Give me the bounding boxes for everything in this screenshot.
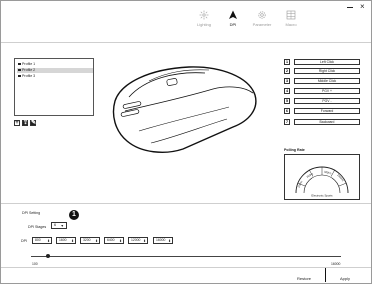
polling-rate-dial[interactable]: 125Hz 250Hz 500Hz 1000Hz Electronic Spor… [285,155,359,199]
add-profile-button[interactable]: + [14,120,20,126]
profile-item[interactable]: Profile 1 [17,62,93,67]
tab-macro-label: Macro [285,22,297,27]
button-mapping-label[interactable]: Left Click [294,59,360,65]
button-number: 1 [284,59,290,65]
button-mapping-label[interactable]: Middle Click [294,78,360,84]
profile-icon [18,74,21,77]
tab-macro[interactable]: Macro [277,10,305,27]
dpi-value-field[interactable]: 1600 ⬍ [56,237,76,244]
button-mapping-row[interactable]: 1 Left Click [284,59,360,65]
button-mapping-label[interactable]: Forward [294,108,360,114]
dpi-step-badge: 1 [69,210,79,220]
button-mapping-row[interactable]: 6 Forward [284,108,360,114]
profile-item[interactable]: Profile 3 [17,74,93,79]
polling-option[interactable]: 1000Hz [336,173,345,183]
dpi-stages-value: 6 [54,223,57,227]
dpi-slider-max: 16000 [331,262,341,266]
dpi-value-field[interactable]: 16000 ⬍ [153,237,173,244]
section-divider [1,267,371,268]
app-window: Lighting DPI Parameter Macro × Profile 1… [0,0,372,284]
button-mapping-label[interactable]: Right Click [294,68,360,74]
dpi-value-field[interactable]: 6400 ⬍ [104,237,124,244]
polling-rate-panel: 125Hz 250Hz 500Hz 1000Hz Electronic Spor… [284,154,360,200]
profile-icon [18,68,21,71]
button-mapping-row[interactable]: 7 Backward [284,119,360,125]
cursor-arrow-icon [229,10,237,19]
apply-button[interactable]: Apply [340,276,350,281]
profile-icon [18,62,21,65]
dpi-stages-select[interactable]: 6 ▼ [51,222,67,229]
profile-list: Profile 1 Profile 2 Profile 3 [14,58,94,116]
dpi-value: 800 [35,238,41,242]
dpi-slider-min: 100 [32,262,38,266]
polling-option[interactable]: 500Hz [324,170,333,176]
dpi-value-field[interactable]: 800 ⬍ [32,237,52,244]
restore-button[interactable]: Restore [297,276,311,281]
chevron-down-icon: ▼ [60,224,64,228]
close-button[interactable]: × [360,3,365,11]
tab-parameter[interactable]: Parameter [248,10,276,27]
button-mapping-row[interactable]: 3 Middle Click [284,78,360,84]
spinner-icon[interactable]: ⬍ [47,239,50,244]
button-mapping-label[interactable]: PGV - [294,98,360,104]
mouse-image [112,66,257,153]
button-mapping-label[interactable]: Backward [294,119,360,125]
button-number: 6 [284,108,290,114]
macro-grid-icon [286,10,296,20]
dpi-stages-label: DPI Stages [28,225,47,229]
export-profile-button[interactable]: ⇪ [22,120,28,126]
profile-item-selected[interactable]: Profile 2 [17,68,93,73]
tab-lighting[interactable]: Lighting [190,10,218,27]
spinner-icon[interactable]: ⬍ [143,239,146,244]
tab-lighting-label: Lighting [196,22,211,27]
profile-label: Profile 2 [22,68,36,72]
dpi-value: 1600 [59,238,67,242]
dpi-value: 16000 [156,238,166,242]
dpi-slider-handle[interactable] [46,254,50,258]
button-mapping-label[interactable]: PGV + [294,88,360,94]
button-number: 3 [284,78,290,84]
dpi-value: 6400 [107,238,115,242]
button-number: 2 [284,68,290,74]
footer-divider [325,268,326,282]
edit-profile-button[interactable]: ✎ [30,120,36,126]
tab-parameter-label: Parameter [252,22,272,27]
tab-dpi-label: DPI [229,22,237,27]
dpi-value: 3200 [83,238,91,242]
top-toolbar: Lighting DPI Parameter Macro × [1,1,371,43]
lighting-icon [199,10,209,20]
dpi-slider-track[interactable] [31,256,341,257]
dpi-value: 12000 [131,238,141,242]
button-number: 4 [284,88,290,94]
button-mapping-row[interactable]: 5 PGV - [284,98,360,104]
spinner-icon[interactable]: ⬍ [71,239,74,244]
spinner-icon[interactable]: ⬍ [95,239,98,244]
button-mapping-row[interactable]: 4 PGV + [284,88,360,94]
profile-label: Profile 3 [22,74,36,78]
button-number: 7 [284,119,290,125]
tab-dpi[interactable]: DPI [219,10,247,27]
spinner-icon[interactable]: ⬍ [168,239,171,244]
dpi-value-field[interactable]: 3200 ⬍ [80,237,100,244]
dpi-value-field[interactable]: 12000 ⬍ [128,237,148,244]
gear-icon [258,11,266,19]
minimize-button[interactable] [347,7,353,8]
dpi-label: DPI [21,239,27,243]
section-divider [1,203,371,204]
button-number: 5 [284,98,290,104]
polling-rate-title: Polling Rate [284,148,305,152]
profile-label: Profile 1 [22,62,36,66]
polling-brand-label: Electronic Sports [311,194,333,198]
dpi-section-title: DPI Setting [22,211,41,215]
button-mapping-row[interactable]: 2 Right Click [284,68,360,74]
spinner-icon[interactable]: ⬍ [119,239,122,244]
